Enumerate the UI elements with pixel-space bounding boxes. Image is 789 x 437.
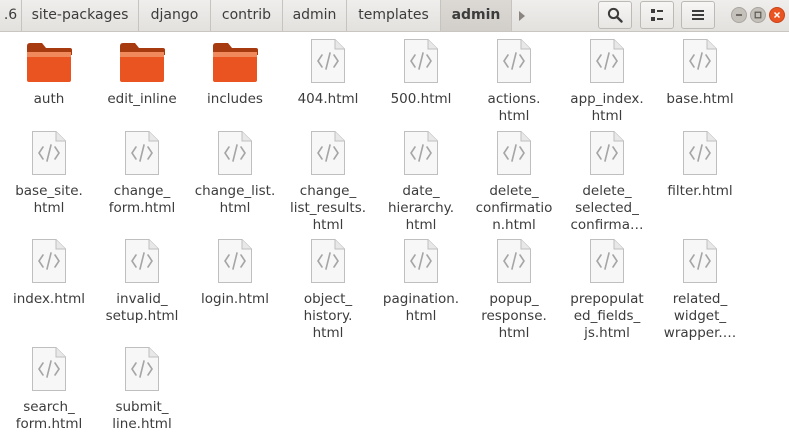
file-label: delete_ confirmatio n.html — [475, 183, 553, 233]
close-icon — [773, 11, 781, 19]
html-file-icon — [94, 237, 190, 285]
file-label: date_ hierarchy. html — [387, 183, 455, 233]
file-label: base.html — [666, 91, 734, 107]
html-file-icon — [187, 129, 283, 177]
file-label: change_ form.html — [108, 183, 176, 216]
folder-icon — [94, 37, 190, 85]
breadcrumb-item[interactable]: templates — [347, 0, 441, 31]
file-label: base_site. html — [15, 183, 83, 216]
html-file-icon — [652, 237, 748, 285]
file-label: includes — [207, 91, 263, 107]
file-label: actions. html — [487, 91, 541, 124]
file-label: object_ history. html — [303, 291, 353, 341]
html-file-icon — [466, 129, 562, 177]
html-file-icon — [559, 129, 655, 177]
maximize-button[interactable] — [750, 7, 766, 23]
breadcrumb-item[interactable]: django — [139, 0, 211, 31]
toolbar: .6 site-packages django contrib admin te… — [0, 0, 789, 32]
file-label: invalid_ setup.html — [105, 291, 179, 324]
file-label: change_list. html — [194, 183, 276, 216]
search-button[interactable] — [598, 1, 632, 29]
chevron-right-icon — [519, 10, 525, 21]
file-label: search_ form.html — [15, 399, 83, 432]
breadcrumb-item-current[interactable]: admin — [441, 0, 512, 31]
file-label: 404.html — [297, 91, 359, 107]
html-file-icon — [466, 237, 562, 285]
html-file-icon — [94, 129, 190, 177]
file-label: filter.html — [667, 183, 733, 199]
file-label: login.html — [201, 291, 269, 307]
folder-icon — [187, 37, 283, 85]
file-label: pagination. html — [382, 291, 460, 324]
file-label: related_ widget_ wrapper.… — [663, 291, 737, 341]
menu-button[interactable] — [681, 1, 715, 29]
file-label: change_ list_results. html — [289, 183, 367, 233]
html-file-icon — [280, 129, 376, 177]
html-file-icon — [280, 37, 376, 85]
html-file-icon — [652, 129, 748, 177]
file-label: popup_ response. html — [481, 291, 547, 341]
folder-icon — [1, 37, 97, 85]
file-label: app_index. html — [570, 91, 644, 124]
html-file-icon — [373, 129, 469, 177]
html-file-icon — [1, 237, 97, 285]
view-options-button[interactable] — [640, 1, 674, 29]
maximize-icon — [754, 11, 762, 19]
menu-icon — [692, 10, 704, 20]
html-file-icon — [559, 237, 655, 285]
file-label: prepopulat ed_fields_ js.html — [570, 291, 644, 341]
html-file-icon — [94, 345, 190, 393]
file-label: 500.html — [390, 91, 452, 107]
close-button[interactable] — [769, 7, 785, 23]
html-file-icon — [373, 37, 469, 85]
file-label: edit_inline — [107, 91, 177, 107]
file-label: auth — [33, 91, 65, 107]
breadcrumb-item[interactable]: contrib — [211, 0, 283, 31]
html-file-icon — [652, 37, 748, 85]
html-file-icon — [373, 237, 469, 285]
html-file-icon — [187, 237, 283, 285]
breadcrumb-item[interactable]: .6 — [0, 0, 22, 31]
html-file-icon — [559, 37, 655, 85]
html-file-icon — [466, 37, 562, 85]
file-label: index.html — [13, 291, 85, 307]
search-icon — [607, 7, 623, 23]
breadcrumb-item[interactable]: site-packages — [22, 0, 139, 31]
file-label: delete_ selected_ confirma… — [570, 183, 644, 233]
html-file-icon — [1, 129, 97, 177]
minimize-icon — [736, 14, 742, 16]
breadcrumb-forward-button[interactable] — [512, 0, 532, 31]
html-file-icon — [280, 237, 376, 285]
view-options-icon — [651, 9, 663, 21]
breadcrumb-item[interactable]: admin — [283, 0, 347, 31]
minimize-button[interactable] — [731, 7, 747, 23]
file-label: submit_ line.html — [112, 399, 172, 432]
html-file-icon — [1, 345, 97, 393]
